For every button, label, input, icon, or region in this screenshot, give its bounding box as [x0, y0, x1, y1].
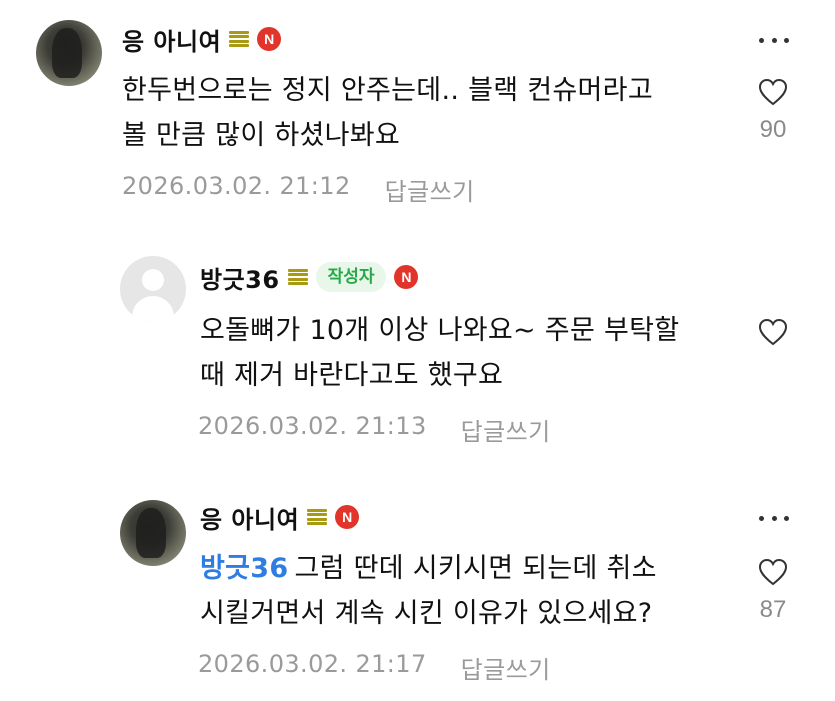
- like-button[interactable]: [753, 318, 793, 346]
- comment-date: 2026.03.02. 21:17: [198, 650, 427, 678]
- comment-header: 응 아니여 N: [200, 500, 360, 535]
- comment-text-line: 방긋36 그럼 딴데 시키시면 되는데 취소: [200, 546, 657, 591]
- author-badge: 작성자: [315, 262, 387, 292]
- reply-button[interactable]: 답글쓰기: [461, 650, 551, 685]
- reply-button[interactable]: 답글쓰기: [385, 172, 475, 207]
- comment-text-segment: 그럼 딴데 시키시면 되는데 취소: [294, 553, 657, 584]
- like-count: 90: [759, 116, 787, 143]
- reply-item: 응 아니여 N 방긋36 그럼 딴데 시키시면 되는데 취소 시킬거면서 계속 시…: [0, 480, 835, 701]
- comment-meta: 2026.03.02. 21:17 답글쓰기: [198, 650, 551, 685]
- comment-text: 오돌뼈가 10개 이상 나와요~ 주문 부탁할 때 제거 바란다고도 했구요: [200, 308, 679, 398]
- comment-text-line: 오돌뼈가 10개 이상 나와요~ 주문 부탁할: [200, 315, 680, 346]
- new-badge: N: [257, 27, 282, 51]
- like-button[interactable]: 90: [753, 78, 793, 144]
- comment-text-line: 한두번으로는 정지 안주는데.. 블랙 컨슈머라고: [122, 75, 653, 106]
- avatar[interactable]: [36, 20, 102, 86]
- comment-header: 응 아니여 N: [122, 22, 282, 57]
- default-avatar-head: [142, 269, 164, 291]
- reply-button[interactable]: 답글쓰기: [461, 412, 551, 447]
- comment-meta: 2026.03.02. 21:13 답글쓰기: [198, 412, 551, 447]
- more-dots-icon[interactable]: [759, 36, 789, 44]
- default-avatar-body: [132, 296, 174, 322]
- new-badge: N: [335, 505, 360, 529]
- nickname[interactable]: 응 아니여: [200, 500, 299, 535]
- comment-header: 방긋36 작성자 N: [200, 260, 419, 295]
- comment-text: 한두번으로는 정지 안주는데.. 블랙 컨슈머라고 볼 만큼 많이 하셨나봐요: [122, 68, 653, 158]
- comment-text: 방긋36 그럼 딴데 시키시면 되는데 취소 시킬거면서 계속 시킨 이유가 있으…: [200, 546, 657, 636]
- comment-date: 2026.03.02. 21:13: [198, 412, 427, 440]
- reply-item: 방긋36 작성자 N 오돌뼈가 10개 이상 나와요~ 주문 부탁할 때 제거 …: [0, 230, 835, 480]
- heart-outline-icon: [758, 318, 788, 346]
- like-count: 87: [759, 596, 787, 623]
- comment-meta: 2026.03.02. 21:12 답글쓰기: [122, 172, 475, 207]
- nickname[interactable]: 응 아니여: [122, 22, 221, 57]
- level-bars-icon: [307, 508, 328, 526]
- level-bars-icon: [229, 30, 250, 48]
- comment-item: 응 아니여 N 한두번으로는 정지 안주는데.. 블랙 컨슈머라고 볼 만큼 많…: [0, 0, 835, 230]
- heart-outline-icon: [758, 558, 788, 586]
- like-button[interactable]: 87: [753, 558, 793, 624]
- comment-text-line: 볼 만큼 많이 하셨나봐요: [122, 120, 401, 151]
- new-badge: N: [394, 265, 419, 289]
- avatar[interactable]: [120, 256, 186, 322]
- comment-date: 2026.03.02. 21:12: [122, 172, 351, 200]
- comment-text-line: 때 제거 바란다고도 했구요: [200, 360, 504, 391]
- nickname[interactable]: 방긋36: [200, 260, 280, 295]
- mention-link[interactable]: 방긋36: [200, 553, 288, 584]
- avatar[interactable]: [120, 500, 186, 566]
- level-bars-icon: [287, 268, 308, 286]
- heart-outline-icon: [758, 78, 788, 106]
- more-dots-icon[interactable]: [759, 514, 789, 522]
- comment-text-line: 시킬거면서 계속 시킨 이유가 있으세요?: [200, 598, 653, 629]
